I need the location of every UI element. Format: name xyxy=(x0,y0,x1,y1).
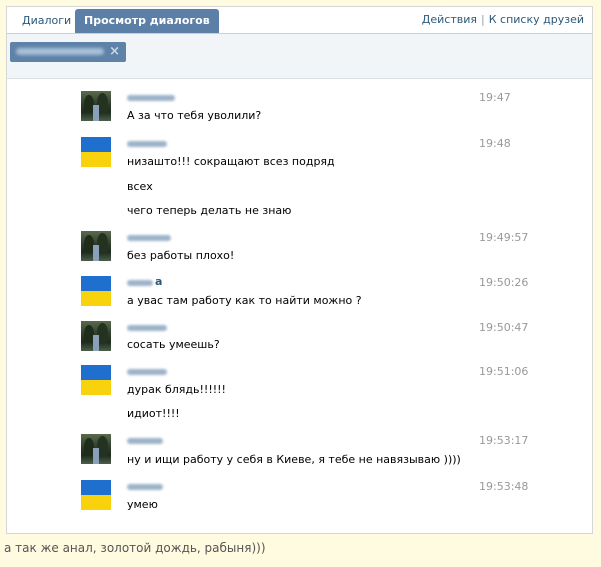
actions-link[interactable]: Действия xyxy=(422,13,477,26)
avatar[interactable] xyxy=(81,480,111,510)
avatar[interactable] xyxy=(81,231,111,261)
message-text: идиот!!!! xyxy=(127,407,180,420)
blurred-sender-name[interactable] xyxy=(127,369,167,375)
message-text: сосать умеешь? xyxy=(127,338,220,351)
message-time: 19:48 xyxy=(479,137,511,150)
close-icon[interactable]: × xyxy=(109,43,120,61)
message: 19:51:06 дурак блядь!!!!!! идиот!!!! xyxy=(81,363,528,429)
message: 19:49:57 без работы плохо! xyxy=(81,229,528,269)
avatar[interactable] xyxy=(81,276,111,306)
message-text: А за что тебя уволили? xyxy=(127,109,262,122)
message-text: умею xyxy=(127,498,158,511)
message: а 19:50:26 а увас там работу как то найт… xyxy=(81,274,528,314)
avatar[interactable] xyxy=(81,91,111,121)
tab-bar: Диалоги Просмотр диалогов Действия | К спи… xyxy=(7,7,592,34)
message: 19:53:17 ну и ищи работу у себя в Киеве,… xyxy=(81,432,528,472)
avatar[interactable] xyxy=(81,321,111,351)
tab-dialogs[interactable]: Диалоги xyxy=(13,9,80,32)
message: 19:50:47 сосать умеешь? xyxy=(81,319,528,359)
message: 19:53:48 умею xyxy=(81,478,528,518)
avatar[interactable] xyxy=(81,434,111,464)
avatar[interactable] xyxy=(81,365,111,395)
blurred-sender-name[interactable] xyxy=(127,280,153,286)
link-separator: | xyxy=(481,13,485,26)
message-time: 19:50:26 xyxy=(479,276,529,289)
message-text: низашто!!! сокращают всез подряд xyxy=(127,155,335,168)
message-time: 19:49:57 xyxy=(479,231,529,244)
friends-list-link[interactable]: К списку друзей xyxy=(489,13,584,26)
message-time: 19:53:17 xyxy=(479,434,529,447)
blurred-sender-name[interactable] xyxy=(127,484,163,490)
message-time: 19:47 xyxy=(479,91,511,104)
message-text: а увас там работу как то найти можно ? xyxy=(127,294,362,307)
message-text: ну и ищи работу у себя в Киеве, я тебе н… xyxy=(127,453,461,466)
caption-text: а так же анал, золотой дождь, рабыня))) xyxy=(4,541,266,555)
message-time: 19:50:47 xyxy=(479,321,529,334)
participant-filter-chip[interactable]: × xyxy=(10,42,126,62)
message-time: 19:53:48 xyxy=(479,480,529,493)
message-text: всех xyxy=(127,180,153,193)
filter-bar: × xyxy=(7,34,592,79)
blurred-sender-name[interactable] xyxy=(127,141,167,147)
blurred-sender-name[interactable] xyxy=(127,95,175,101)
blurred-sender-name[interactable] xyxy=(127,325,167,331)
message-text: дурак блядь!!!!!! xyxy=(127,383,226,396)
avatar[interactable] xyxy=(81,137,111,167)
message-time: 19:51:06 xyxy=(479,365,529,378)
message-text: без работы плохо! xyxy=(127,249,235,262)
sender-name-suffix[interactable]: а xyxy=(155,275,162,288)
dialog-window: Диалоги Просмотр диалогов Действия | К спи… xyxy=(6,6,593,534)
blurred-participant-name xyxy=(16,48,104,55)
message: 19:48 низашто!!! сокращают всез подряд в… xyxy=(81,135,511,225)
message: 19:47 А за что тебя уволили? xyxy=(81,89,511,129)
blurred-sender-name[interactable] xyxy=(127,235,171,241)
top-links: Действия | К списку друзей xyxy=(422,13,584,26)
message-text: чего теперь делать не знаю xyxy=(127,204,292,217)
tab-view-dialogs[interactable]: Просмотр диалогов xyxy=(75,9,219,33)
blurred-sender-name[interactable] xyxy=(127,438,163,444)
